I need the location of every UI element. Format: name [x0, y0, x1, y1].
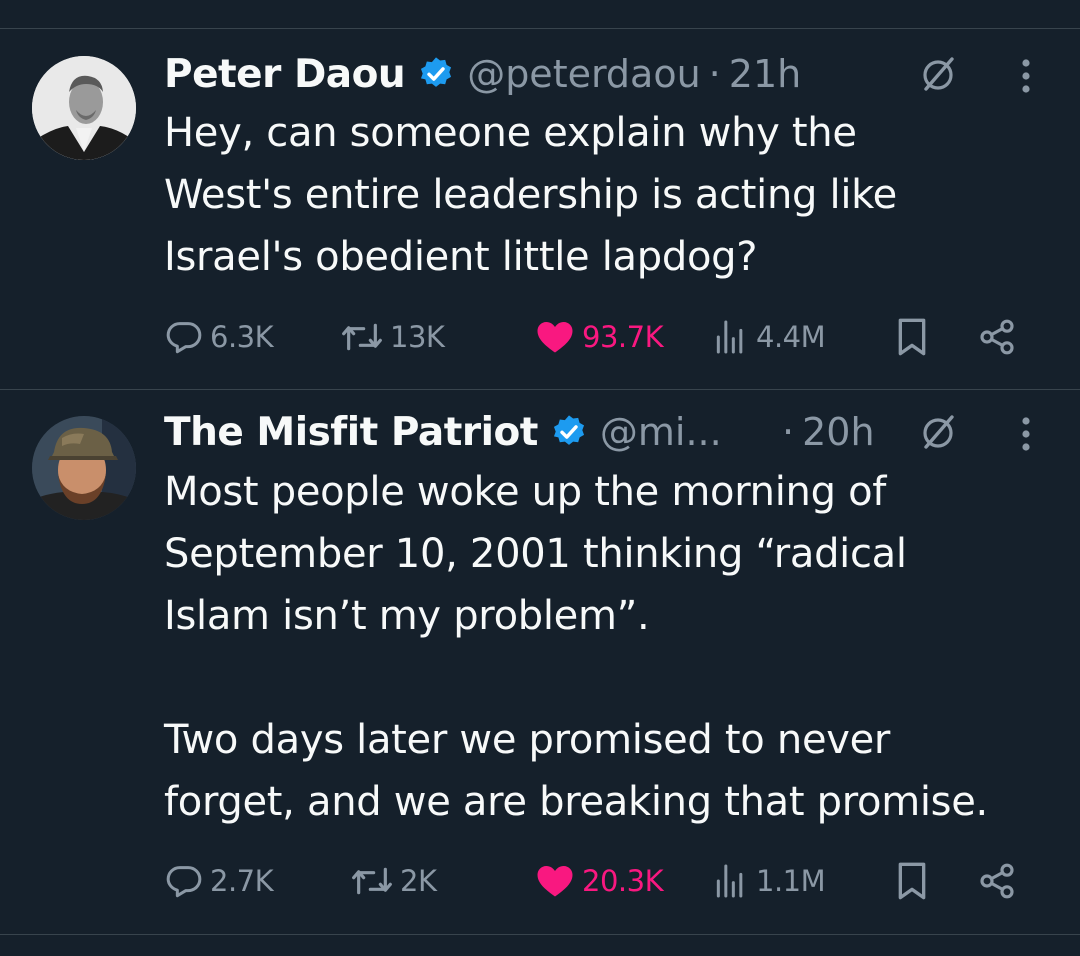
repost-icon	[342, 323, 382, 351]
tweet-time-group: · 20h	[782, 402, 875, 462]
views-button[interactable]: 4.4M	[710, 312, 826, 362]
avatar[interactable]	[32, 56, 136, 160]
author-handle[interactable]: @mi...	[600, 410, 722, 454]
author-name[interactable]: Peter Daou	[164, 52, 406, 97]
avatar-photo	[32, 56, 136, 160]
avatar-photo	[32, 416, 136, 520]
reply-button[interactable]: 2.7K	[164, 856, 274, 906]
repost-count: 13K	[390, 320, 445, 354]
like-button[interactable]: 93.7K	[534, 312, 664, 362]
top-divider	[0, 28, 1080, 29]
reply-count: 6.3K	[210, 320, 274, 354]
heart-filled-icon	[537, 322, 573, 353]
bookmark-button[interactable]	[894, 856, 930, 906]
view-count: 1.1M	[756, 864, 826, 898]
bookmark-button[interactable]	[894, 312, 930, 362]
tweet-timestamp[interactable]: 21h	[729, 52, 801, 96]
tweet-actions: 2.7K 2K 20.3K 1.1M	[164, 856, 1044, 906]
repost-button[interactable]: 13K	[340, 312, 445, 362]
bookmark-icon	[898, 318, 926, 356]
heart-filled-icon	[537, 866, 573, 897]
like-count: 93.7K	[582, 320, 664, 354]
repost-icon	[352, 867, 392, 895]
tweet-header: Peter Daou @peterdaou · 21h	[164, 44, 801, 104]
avatar[interactable]	[32, 416, 136, 520]
tweet-divider	[0, 389, 1080, 390]
reply-icon	[166, 322, 202, 354]
verified-badge-icon	[417, 55, 455, 93]
header-separator: ·	[708, 52, 721, 96]
reply-count: 2.7K	[210, 864, 274, 898]
tweet-text: Most people woke up the morning of Septe…	[164, 469, 988, 825]
repost-count: 2K	[400, 864, 437, 898]
views-icon	[716, 864, 743, 898]
like-count: 20.3K	[582, 864, 664, 898]
reply-icon	[166, 866, 202, 898]
bottom-divider	[0, 934, 1080, 935]
header-separator: ·	[782, 410, 795, 454]
more-options-icon[interactable]	[1020, 56, 1032, 96]
grok-icon[interactable]	[918, 54, 958, 94]
author-handle[interactable]: @peterdaou	[467, 52, 700, 96]
more-options-icon[interactable]	[1020, 414, 1032, 454]
tweet-header: The Misfit Patriot @mi...	[164, 402, 722, 462]
like-button[interactable]: 20.3K	[534, 856, 664, 906]
author-name[interactable]: The Misfit Patriot	[164, 410, 538, 455]
grok-icon[interactable]	[918, 412, 958, 452]
bookmark-icon	[898, 862, 926, 900]
verified-badge-icon	[550, 413, 588, 451]
share-button[interactable]	[976, 856, 1018, 906]
tweet-actions: 6.3K 13K 93.7K 4.4M	[164, 312, 1044, 362]
views-icon	[716, 320, 743, 354]
tweet-timestamp[interactable]: 20h	[802, 410, 874, 454]
repost-button[interactable]: 2K	[350, 856, 437, 906]
views-button[interactable]: 1.1M	[710, 856, 826, 906]
share-icon	[980, 319, 1014, 355]
share-button[interactable]	[976, 312, 1018, 362]
reply-button[interactable]: 6.3K	[164, 312, 274, 362]
share-icon	[980, 863, 1014, 899]
view-count: 4.4M	[756, 320, 826, 354]
tweet-text: Hey, can someone explain why the West's …	[164, 110, 897, 280]
